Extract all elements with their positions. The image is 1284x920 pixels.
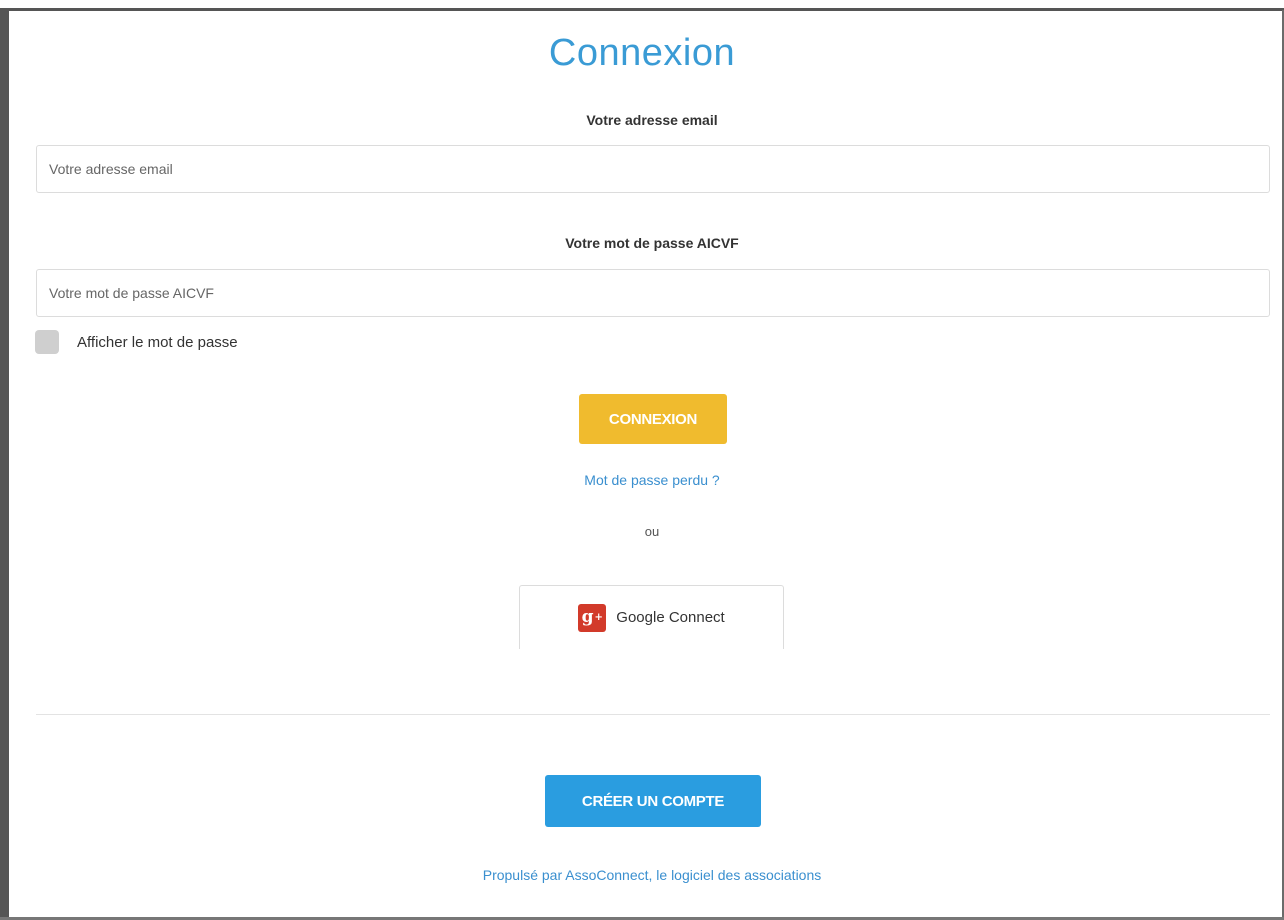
google-connect-label: Google Connect bbox=[616, 609, 725, 626]
or-separator: ou bbox=[644, 524, 660, 539]
lost-password-link[interactable]: Mot de passe perdu ? bbox=[0, 472, 1284, 488]
email-field[interactable] bbox=[36, 145, 1270, 193]
email-label: Votre adresse email bbox=[586, 112, 718, 128]
powered-by-link[interactable]: Propulsé par AssoConnect, le logiciel de… bbox=[0, 867, 1284, 883]
google-plus-icon: g + bbox=[578, 603, 607, 632]
google-connect-button[interactable]: g + Google Connect bbox=[519, 585, 784, 649]
password-field[interactable] bbox=[36, 269, 1270, 317]
show-password-label: Afficher le mot de passe bbox=[77, 333, 238, 351]
page-title: Connexion bbox=[548, 32, 736, 74]
create-account-button[interactable]: CRÉER UN COMPTE bbox=[545, 775, 761, 827]
window-frame: Connexion Votre adresse email Votre mot … bbox=[0, 0, 1284, 920]
divider bbox=[36, 714, 1270, 715]
show-password-checkbox[interactable] bbox=[35, 330, 59, 354]
password-label: Votre mot de passe AICVF bbox=[565, 235, 739, 251]
show-password-row[interactable]: Afficher le mot de passe bbox=[35, 330, 238, 354]
window-border-left bbox=[0, 10, 9, 920]
connexion-button[interactable]: CONNEXION bbox=[579, 394, 727, 444]
